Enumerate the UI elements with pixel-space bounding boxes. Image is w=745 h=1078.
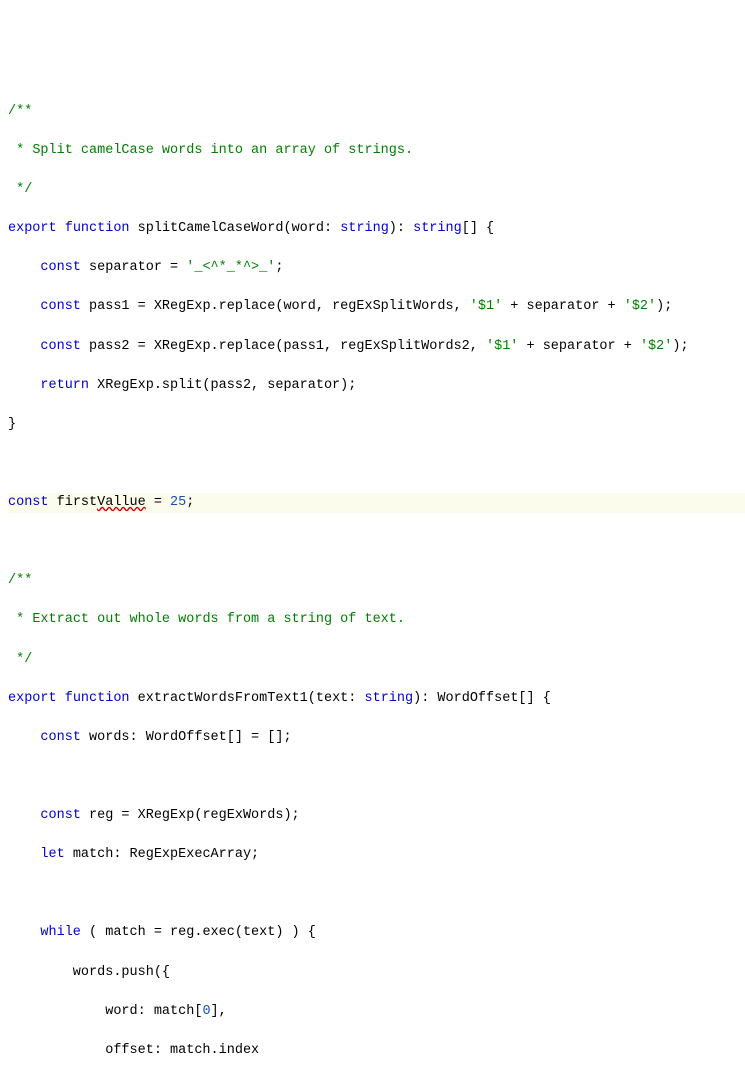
- code-line: export function extractWordsFromText1(te…: [8, 689, 745, 709]
- number-literal: 25: [170, 495, 186, 510]
- code-text: ;: [275, 260, 283, 275]
- space: [130, 691, 138, 706]
- comment-text: */: [8, 652, 32, 667]
- keyword-const: const: [40, 260, 81, 275]
- type-string: string: [365, 691, 414, 706]
- blank-line: [8, 884, 745, 904]
- keyword-const: const: [8, 495, 49, 510]
- code-line: */: [8, 650, 745, 670]
- number-literal: 0: [202, 1004, 210, 1019]
- type-string: string: [413, 221, 462, 236]
- space: [57, 691, 65, 706]
- keyword-return: return: [40, 378, 89, 393]
- keyword-const: const: [40, 730, 81, 745]
- signature: (word:: [283, 221, 340, 236]
- blank-line: [8, 767, 745, 787]
- blank-line: [8, 532, 745, 552]
- code-line: let match: RegExpExecArray;: [8, 845, 745, 865]
- code-text: words: WordOffset[] = [];: [81, 730, 292, 745]
- code-line: */: [8, 180, 745, 200]
- code-line: const pass2 = XRegExp.replace(pass1, reg…: [8, 337, 745, 357]
- code-text: match: RegExpExecArray;: [65, 847, 259, 862]
- keyword-const: const: [40, 339, 81, 354]
- string-literal: '$1': [486, 339, 518, 354]
- space: [57, 221, 65, 236]
- keyword-export: export: [8, 221, 57, 236]
- keyword-const: const: [40, 299, 81, 314]
- code-text: XRegExp.split(pass2, separator);: [89, 378, 356, 393]
- space: [130, 221, 138, 236]
- code-text: word: match[: [8, 1004, 202, 1019]
- keyword-function: function: [65, 691, 130, 706]
- keyword-function: function: [65, 221, 130, 236]
- code-text: + separator +: [518, 339, 640, 354]
- comment-text: */: [8, 182, 32, 197]
- code-text: );: [656, 299, 672, 314]
- code-line: const words: WordOffset[] = [];: [8, 728, 745, 748]
- code-text: reg = XRegExp(regExWords);: [81, 808, 300, 823]
- function-name: extractWordsFromText1: [138, 691, 308, 706]
- code-line: const pass1 = XRegExp.replace(word, regE…: [8, 297, 745, 317]
- code-text: words.push({: [8, 965, 170, 980]
- code-line: * Split camelCase words into an array of…: [8, 141, 745, 161]
- keyword-let: let: [40, 847, 64, 862]
- signature: ): WordOffset[] {: [413, 691, 551, 706]
- code-text: offset: match.index: [8, 1043, 259, 1058]
- code-text: pass2 = XRegExp.replace(pass1, regExSpli…: [81, 339, 486, 354]
- code-editor[interactable]: /** * Split camelCase words into an arra…: [8, 82, 745, 1078]
- comment-text: Split camelCase words into an array of s…: [32, 143, 413, 158]
- signature: (text:: [308, 691, 365, 706]
- blank-line: [8, 454, 745, 474]
- code-line: export function splitCamelCaseWord(word:…: [8, 219, 745, 239]
- string-literal: '$2': [640, 339, 672, 354]
- signature: ):: [389, 221, 413, 236]
- keyword-while: while: [40, 925, 81, 940]
- code-line: word: match[0],: [8, 1002, 745, 1022]
- code-text: =: [146, 495, 170, 510]
- string-literal: '_<^*_*^>_': [186, 260, 275, 275]
- code-text: ],: [211, 1004, 227, 1019]
- function-name: splitCamelCaseWord: [138, 221, 284, 236]
- signature: [] {: [462, 221, 494, 236]
- spelling-error: Vallue: [97, 495, 146, 510]
- string-literal: '$1': [470, 299, 502, 314]
- code-line: * Extract out whole words from a string …: [8, 610, 745, 630]
- keyword-const: const: [40, 808, 81, 823]
- type-string: string: [340, 221, 389, 236]
- comment-text: /**: [8, 104, 32, 119]
- code-line-highlighted: const firstVallue = 25;: [8, 493, 745, 513]
- code-line: offset: match.index: [8, 1041, 745, 1061]
- code-text: + separator +: [502, 299, 624, 314]
- string-literal: '$2': [624, 299, 656, 314]
- code-line: }: [8, 415, 745, 435]
- identifier: first: [49, 495, 98, 510]
- code-text: ( match = reg.exec(text) ) {: [81, 925, 316, 940]
- code-text: );: [672, 339, 688, 354]
- code-line: const separator = '_<^*_*^>_';: [8, 258, 745, 278]
- code-line: /**: [8, 571, 745, 591]
- comment-prefix: *: [8, 612, 32, 627]
- code-line: const reg = XRegExp(regExWords);: [8, 806, 745, 826]
- code-line: /**: [8, 102, 745, 122]
- code-text: pass1 = XRegExp.replace(word, regExSplit…: [81, 299, 470, 314]
- keyword-export: export: [8, 691, 57, 706]
- comment-prefix: *: [8, 143, 32, 158]
- code-text: separator =: [81, 260, 186, 275]
- code-line: while ( match = reg.exec(text) ) {: [8, 923, 745, 943]
- code-text: ;: [186, 495, 194, 510]
- brace-close: }: [8, 417, 16, 432]
- code-line: return XRegExp.split(pass2, separator);: [8, 376, 745, 396]
- code-line: words.push({: [8, 963, 745, 983]
- comment-text: Extract out whole words from a string of…: [32, 612, 405, 627]
- comment-text: /**: [8, 573, 32, 588]
